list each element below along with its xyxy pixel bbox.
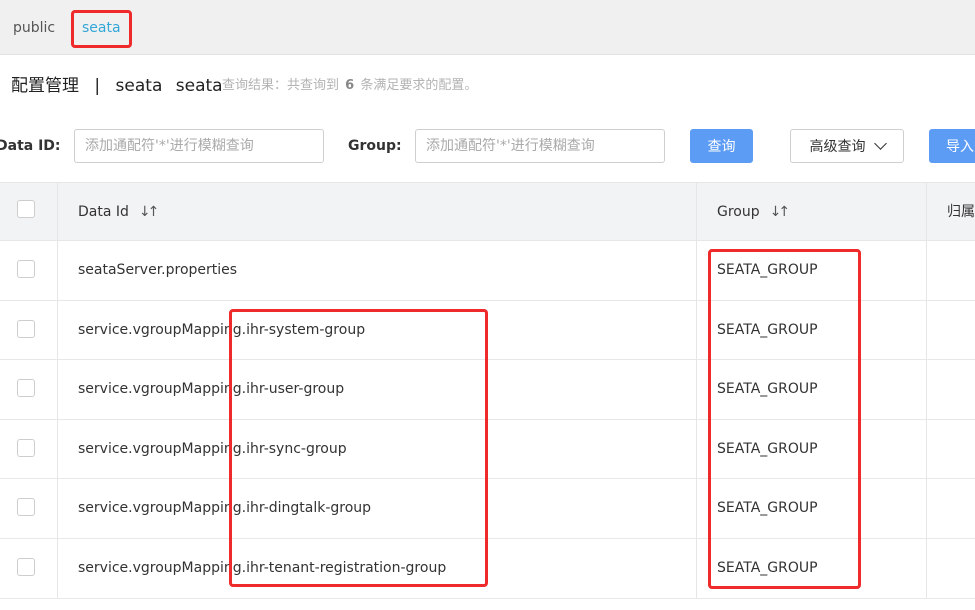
row-checkbox[interactable] <box>17 438 35 457</box>
group-label: Group: <box>348 138 402 154</box>
column-header-group[interactable]: Group ↓↑ <box>717 203 791 221</box>
column-divider <box>696 182 697 598</box>
page-title-text: 配置管理 <box>11 76 79 96</box>
title-separator: | <box>94 76 101 96</box>
namespace-tab-seata[interactable]: seata <box>82 19 121 37</box>
row-group: SEATA_GROUP <box>717 381 818 398</box>
column-header-group-label: Group <box>717 204 760 220</box>
select-all-checkbox[interactable] <box>17 200 35 218</box>
namespace-id: seata <box>175 76 223 96</box>
row-group: SEATA_GROUP <box>717 500 818 517</box>
row-group: SEATA_GROUP <box>717 262 818 278</box>
row-data-id[interactable]: service.vgroupMapping.ihr-user-group <box>78 380 344 398</box>
column-divider <box>926 182 927 598</box>
table-row: service.vgroupMapping.ihr-system-group S… <box>0 300 975 361</box>
group-input[interactable] <box>415 129 665 163</box>
row-group: SEATA_GROUP <box>717 560 818 576</box>
row-checkbox[interactable] <box>17 379 35 398</box>
row-group: SEATA_GROUP <box>717 321 818 338</box>
advanced-query-label: 高级查询 <box>809 139 866 155</box>
row-group: SEATA_GROUP <box>717 440 818 457</box>
chevron-down-icon <box>873 137 887 150</box>
table-row: service.vgroupMapping.ihr-user-group SEA… <box>0 360 975 420</box>
table-row: seataServer.properties SEATA_GROUP <box>0 241 975 301</box>
row-checkbox[interactable] <box>17 498 35 517</box>
column-divider <box>57 182 58 598</box>
row-data-id[interactable]: service.vgroupMapping.ihr-system-group <box>78 321 365 339</box>
sort-icon[interactable]: ↓↑ <box>770 203 791 221</box>
namespace-name: seata <box>115 76 163 96</box>
row-checkbox[interactable] <box>17 558 35 576</box>
data-id-input[interactable] <box>74 129 324 163</box>
query-result-prefix: 查询结果：共查询到 <box>222 78 340 93</box>
row-data-id[interactable]: service.vgroupMapping.ihr-tenant-registr… <box>78 559 446 577</box>
table-row: service.vgroupMapping.ihr-sync-group SEA… <box>0 419 975 480</box>
row-data-id[interactable]: seataServer.properties <box>78 261 237 279</box>
query-result-count: 6 <box>345 78 355 93</box>
advanced-query-button[interactable]: 高级查询 <box>790 129 904 163</box>
column-header-data-id[interactable]: Data Id ↓↑ <box>78 203 160 221</box>
namespace-bar: public seata <box>0 0 975 55</box>
sort-icon[interactable]: ↓↑ <box>139 203 160 221</box>
row-checkbox[interactable] <box>17 319 35 338</box>
data-id-label: Data ID: <box>0 138 61 154</box>
row-data-id[interactable]: service.vgroupMapping.ihr-sync-group <box>78 440 347 458</box>
table-header: Data Id ↓↑ Group ↓↑ 归属 <box>0 182 975 241</box>
table-row: service.vgroupMapping.ihr-dingtalk-group… <box>0 479 975 539</box>
row-checkbox[interactable] <box>17 260 35 278</box>
table-row: service.vgroupMapping.ihr-tenant-registr… <box>0 539 975 599</box>
column-header-belongs: 归属 <box>947 204 975 220</box>
import-button[interactable]: 导入 <box>929 129 975 163</box>
page-title: 配置管理 | seata seata <box>11 75 223 97</box>
column-header-data-id-label: Data Id <box>78 204 129 220</box>
query-result-text: 查询结果：共查询到 6 条满足要求的配置。 <box>222 78 477 94</box>
query-result-suffix: 条满足要求的配置。 <box>360 78 478 93</box>
query-button[interactable]: 查询 <box>690 129 753 163</box>
row-data-id[interactable]: service.vgroupMapping.ihr-dingtalk-group <box>78 499 371 517</box>
namespace-tab-public[interactable]: public <box>13 19 55 37</box>
